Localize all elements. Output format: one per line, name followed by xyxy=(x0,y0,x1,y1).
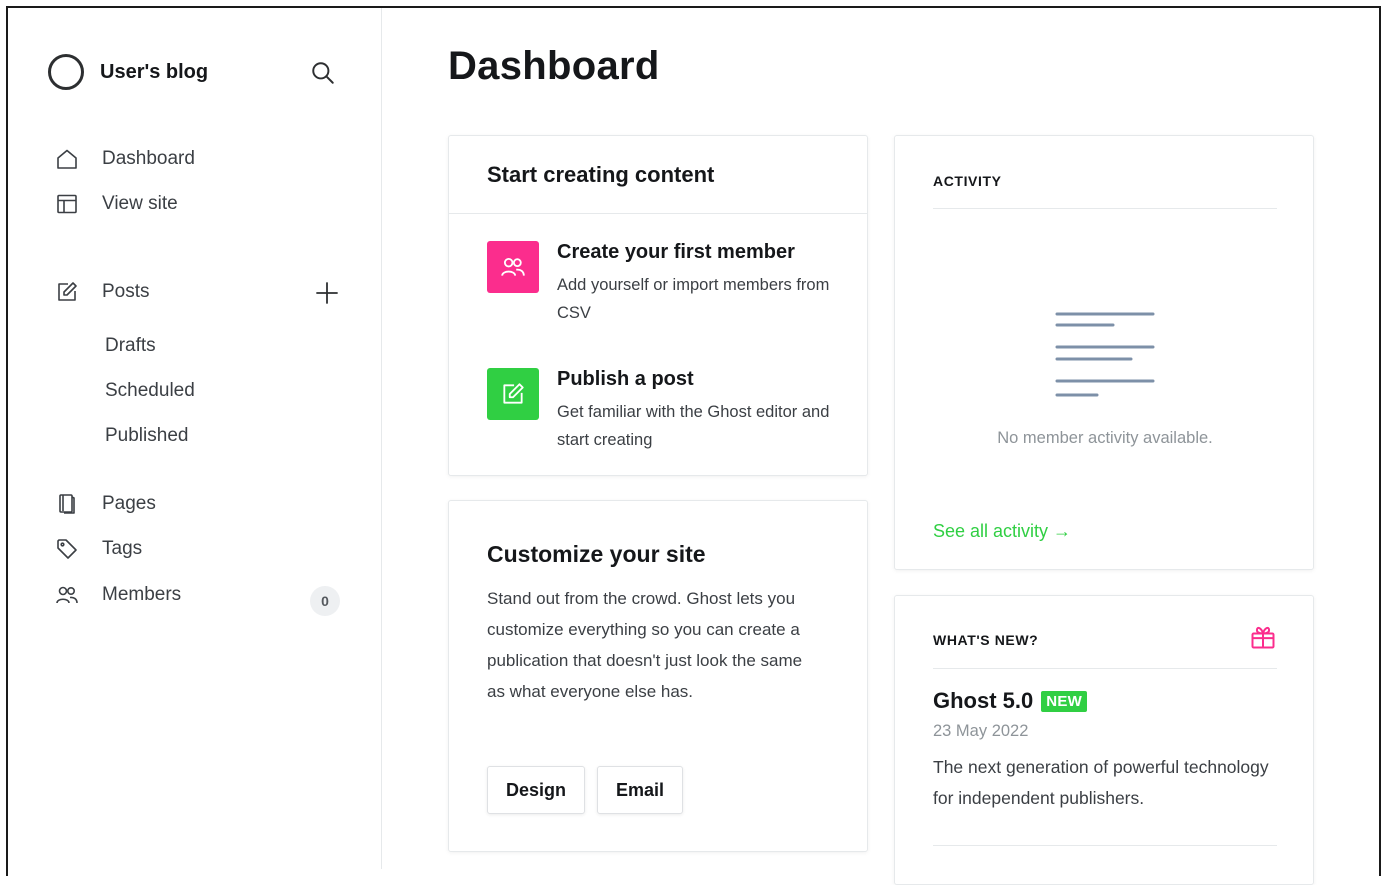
sidebar-item-posts[interactable]: Posts xyxy=(54,276,150,308)
site-logo-icon xyxy=(48,54,84,90)
home-icon xyxy=(54,146,80,172)
start-creating-card: Start creating content Create your first… xyxy=(448,135,868,476)
sidebar-item-label: Posts xyxy=(102,281,150,302)
members-count-badge: 0 xyxy=(310,586,340,616)
sidebar-item-dashboard[interactable]: Dashboard xyxy=(54,143,195,175)
edit-icon xyxy=(487,368,539,420)
sidebar: User's blog Dashboard View site Posts Dr… xyxy=(8,8,382,869)
section-label: WHAT'S NEW? xyxy=(933,632,1039,648)
card-title: Customize your site xyxy=(487,541,706,567)
news-title-text: Ghost 5.0 xyxy=(933,688,1034,713)
brand[interactable]: User's blog xyxy=(48,50,208,94)
customize-site-card: Customize your site Stand out from the c… xyxy=(448,500,868,852)
new-badge: NEW xyxy=(1041,690,1088,712)
design-button[interactable]: Design xyxy=(487,766,585,814)
gift-icon[interactable] xyxy=(1249,623,1277,651)
create-member-task[interactable]: Create your first member Add yourself or… xyxy=(487,241,837,331)
task-title: Publish a post xyxy=(557,368,694,390)
task-title: Create your first member xyxy=(557,241,795,263)
page-title: Dashboard xyxy=(448,44,660,88)
email-button[interactable]: Email xyxy=(597,766,683,814)
see-all-activity-link[interactable]: See all activity → xyxy=(933,521,1071,542)
edit-icon xyxy=(54,279,80,305)
sidebar-item-drafts[interactable]: Drafts xyxy=(105,331,156,361)
sidebar-item-label: Dashboard xyxy=(102,148,195,169)
news-post-title[interactable]: Ghost 5.0 NEW xyxy=(933,688,1088,714)
news-description: The next generation of powerful technolo… xyxy=(933,757,1269,808)
whats-new-card: WHAT'S NEW? Ghost 5.0 NEW 23 May 2022 Th… xyxy=(894,595,1314,885)
sidebar-item-label: Published xyxy=(105,425,189,446)
task-description: Get familiar with the Ghost editor and s… xyxy=(557,403,830,449)
divider xyxy=(933,668,1277,669)
empty-list-icon xyxy=(1055,312,1155,397)
sidebar-item-label: Members xyxy=(102,584,182,605)
site-title: User's blog xyxy=(100,60,209,83)
divider xyxy=(933,845,1277,846)
sidebar-item-pages[interactable]: Pages xyxy=(54,488,156,520)
sidebar-item-members[interactable]: Members xyxy=(54,579,181,611)
card-description: Stand out from the crowd. Ghost lets you… xyxy=(487,589,803,701)
card-title: Start creating content xyxy=(449,136,867,214)
members-icon xyxy=(487,241,539,293)
task-description: Add yourself or import members from CSV xyxy=(557,276,830,322)
sidebar-item-view-site[interactable]: View site xyxy=(54,188,178,220)
news-date: 23 May 2022 xyxy=(933,722,1029,740)
add-post-icon[interactable] xyxy=(315,281,339,305)
sidebar-item-published[interactable]: Published xyxy=(105,421,188,451)
section-label: ACTIVITY xyxy=(933,173,1002,189)
sidebar-item-label: Scheduled xyxy=(105,380,195,401)
empty-state-text: No member activity available. xyxy=(997,429,1213,447)
sidebar-item-scheduled[interactable]: Scheduled xyxy=(105,376,195,406)
tag-icon xyxy=(54,536,80,562)
sidebar-item-label: Pages xyxy=(102,493,156,514)
sidebar-item-label: Drafts xyxy=(105,335,156,356)
sidebar-item-tags[interactable]: Tags xyxy=(54,533,142,565)
layout-icon xyxy=(54,191,80,217)
divider xyxy=(933,208,1277,209)
search-icon[interactable] xyxy=(310,60,336,86)
page-icon xyxy=(54,491,80,517)
publish-post-task[interactable]: Publish a post Get familiar with the Gho… xyxy=(487,368,837,458)
activity-card: ACTIVITY No member activity available. S… xyxy=(894,135,1314,570)
members-icon xyxy=(54,582,80,608)
sidebar-item-label: View site xyxy=(102,193,178,214)
sidebar-item-label: Tags xyxy=(102,538,143,559)
